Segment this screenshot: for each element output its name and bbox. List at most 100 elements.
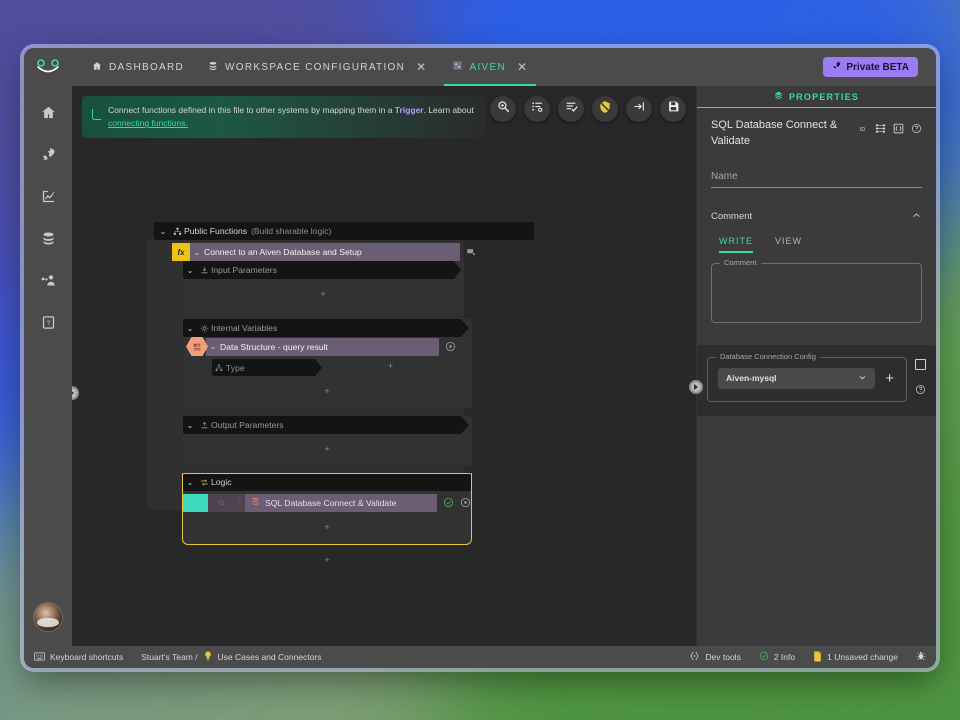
add-internal-variable-button[interactable]: + <box>182 386 472 396</box>
function-node-bar[interactable]: ⌄ Connect to an Aiven Database and Setup <box>190 243 460 261</box>
keyboard-shortcuts-label: Keyboard shortcuts <box>50 652 124 662</box>
chevron-up-icon[interactable] <box>911 210 922 224</box>
help-circle-icon[interactable] <box>911 121 922 139</box>
database-connection-config-legend: Database Connection Config <box>716 351 820 361</box>
sidebar-item-access[interactable] <box>31 266 65 300</box>
step-out-button[interactable] <box>626 96 652 122</box>
breakpoint-chip[interactable] <box>183 493 208 512</box>
id-badge-icon[interactable]: ID <box>857 121 868 139</box>
comment-input[interactable] <box>712 263 921 322</box>
chevron-down-icon[interactable]: ⌄ <box>206 342 220 351</box>
collapse-left-handle[interactable] <box>72 386 79 400</box>
chevron-down-icon[interactable]: ⌄ <box>183 324 197 333</box>
breadcrumb[interactable]: Stuart's Team / Use Cases and Connectors <box>141 651 321 663</box>
chevron-down-icon[interactable]: ⌄ <box>183 266 197 275</box>
code-brackets-icon[interactable] <box>893 121 904 139</box>
check-circle-icon <box>759 651 769 663</box>
function-node-label: Connect to an Aiven Database and Setup <box>204 247 362 257</box>
node-id-chip[interactable] <box>208 493 235 512</box>
add-type-button[interactable]: + <box>388 361 393 371</box>
add-output-parameter-button[interactable]: + <box>182 444 472 454</box>
svg-text:ID: ID <box>860 127 866 133</box>
chevron-down-icon[interactable]: ⌄ <box>183 421 197 430</box>
home-icon <box>41 105 56 125</box>
help-circle-icon[interactable] <box>915 382 926 400</box>
output-parameters-header[interactable]: ⌄ Output Parameters <box>183 416 469 434</box>
chevron-down-icon[interactable]: ⌄ <box>156 227 170 236</box>
list-check-button[interactable] <box>558 96 584 122</box>
comment-accordion-header[interactable]: Comment <box>711 210 922 224</box>
banner-text-middle: . Learn about <box>423 105 474 115</box>
smiley-logo[interactable] <box>24 48 72 86</box>
sidebar-item-home[interactable] <box>31 98 65 132</box>
tree-root-public-functions[interactable]: ⌄ Public Functions (Build sharable logic… <box>154 222 534 240</box>
close-icon[interactable]: ✕ <box>517 61 528 73</box>
private-beta-badge[interactable]: Private BETA <box>823 57 918 77</box>
add-connection-button[interactable]: + <box>883 371 896 386</box>
database-connection-select[interactable]: Aiven-mysql <box>718 367 876 389</box>
rail-items: ? <box>31 86 65 602</box>
add-input-parameter-button[interactable]: + <box>182 289 464 299</box>
sidebar-item-analytics[interactable] <box>31 182 65 216</box>
dev-tools-button[interactable]: Dev tools <box>689 651 741 663</box>
sql-action-bar[interactable]: SQL Database Connect & Validate <box>245 493 437 512</box>
internal-variables-header[interactable]: ⌄ Internal Variables <box>183 319 469 337</box>
unsaved-changes-status[interactable]: 1 Unsaved change <box>813 651 898 664</box>
chevron-down-icon[interactable]: ⌄ <box>183 478 197 487</box>
output-icon <box>197 421 211 430</box>
banner-trigger-word[interactable]: Trigger <box>395 105 424 115</box>
breadcrumb-team: Stuart's Team / <box>141 652 198 662</box>
database-connection-config-section: Database Connection Config Aiven-mysql + <box>697 344 936 416</box>
type-node-header[interactable]: Type <box>212 359 322 376</box>
data-structure-hex-icon[interactable] <box>186 337 208 356</box>
input-parameters-header[interactable]: ⌄ Input Parameters <box>183 261 461 279</box>
sidebar-item-launch[interactable] <box>31 140 65 174</box>
tab-view[interactable]: VIEW <box>775 236 802 253</box>
function-canvas[interactable]: Connect functions defined in this file t… <box>72 86 696 646</box>
drag-handle[interactable]: ⋮ <box>235 493 245 512</box>
tab-workspace-configuration[interactable]: WORKSPACE CONFIGURATION ✕ <box>196 48 439 86</box>
logic-label: Logic <box>211 477 232 487</box>
data-structure-bar[interactable]: ⌄ Data Structure - query result <box>206 337 439 356</box>
chevron-down-icon[interactable]: ⌄ <box>190 248 204 257</box>
add-function-button[interactable]: + <box>182 555 472 565</box>
keyboard-shortcuts-button[interactable]: Keyboard shortcuts <box>34 651 124 663</box>
sidebar-item-help[interactable]: ? <box>31 308 65 342</box>
list-check-icon <box>565 100 578 118</box>
search-button[interactable] <box>490 96 516 122</box>
tab-dashboard[interactable]: DASHBOARD <box>80 48 196 86</box>
avatar[interactable] <box>33 602 63 632</box>
check-circle-icon[interactable] <box>443 497 454 508</box>
logic-header[interactable]: ⌄ Logic <box>183 472 471 491</box>
add-logic-step-button[interactable]: + <box>183 522 471 532</box>
rocket-icon <box>832 61 841 73</box>
name-field[interactable] <box>711 167 922 188</box>
collapse-right-handle[interactable] <box>689 380 703 394</box>
list-settings-button[interactable] <box>524 96 550 122</box>
close-icon[interactable]: ✕ <box>416 61 427 73</box>
mapping-icon[interactable] <box>875 121 886 139</box>
database-config-checkbox[interactable] <box>915 358 926 370</box>
info-banner: Connect functions defined in this file t… <box>82 96 486 139</box>
output-parameters-card: ⌄ Output Parameters + <box>182 416 472 466</box>
note-icon <box>813 651 822 664</box>
comment-mode-tabs: WRITE VIEW <box>711 236 922 253</box>
tree-root-label: Public Functions <box>184 226 248 236</box>
logic-card: ⌄ Logic ⋮ SQL Database Connect & Validat… <box>182 472 472 545</box>
node-menu-icon[interactable] <box>466 247 476 257</box>
security-shield-button[interactable] <box>592 96 618 122</box>
report-bug-button[interactable] <box>916 651 926 663</box>
properties-header: PROPERTIES <box>697 86 936 108</box>
play-circle-icon[interactable] <box>460 497 471 508</box>
internal-variables-label: Internal Variables <box>211 323 278 333</box>
fx-badge[interactable]: fx <box>172 243 190 261</box>
play-circle-icon[interactable] <box>445 341 456 352</box>
info-status[interactable]: 2 Info <box>759 651 795 663</box>
tab-write[interactable]: WRITE <box>719 236 753 253</box>
save-button[interactable] <box>660 96 686 122</box>
output-parameters-label: Output Parameters <box>211 420 284 430</box>
sidebar-item-data[interactable] <box>31 224 65 258</box>
function-node: fx ⌄ Connect to an Aiven Database and Se… <box>172 243 574 261</box>
tab-aiven[interactable]: AIVEN ✕ <box>440 48 541 86</box>
banner-link[interactable]: connecting functions. <box>108 118 188 128</box>
